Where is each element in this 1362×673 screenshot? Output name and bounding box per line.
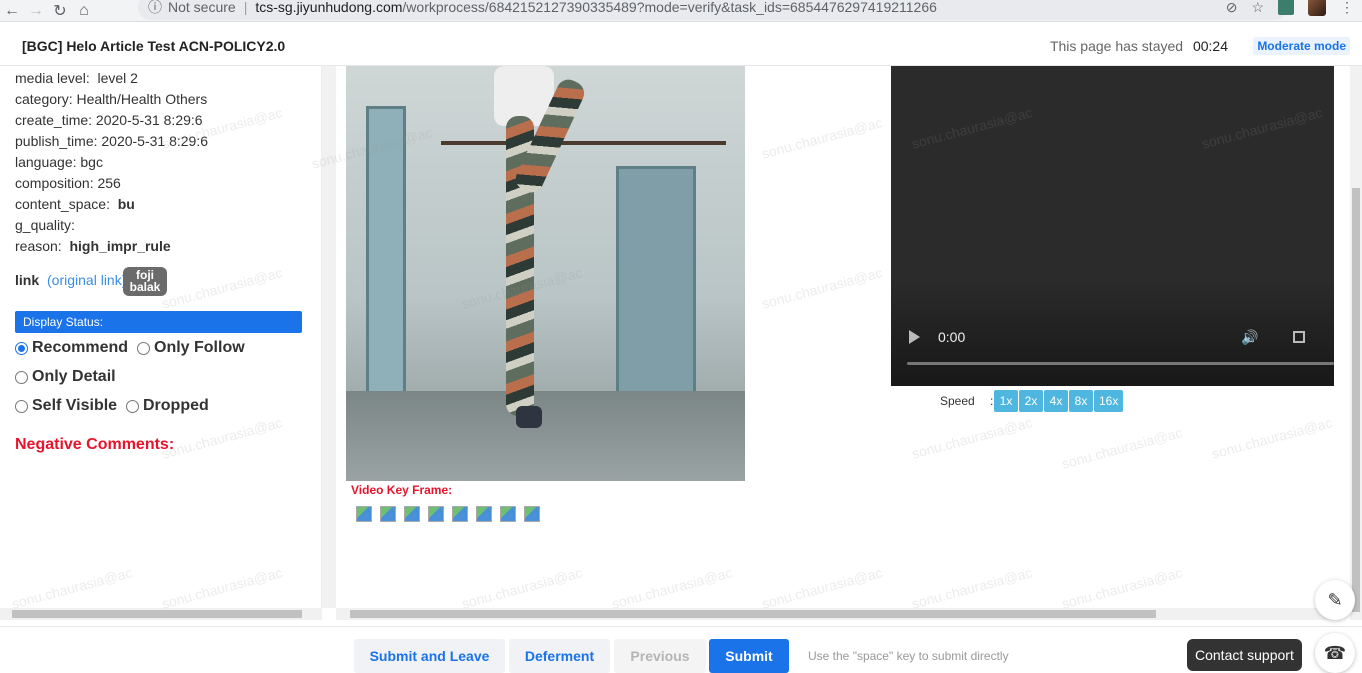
submit-and-leave-button[interactable]: Submit and Leave [354, 639, 505, 673]
home-icon[interactable]: ⌂ [72, 0, 96, 22]
speed-8x-button[interactable]: 8x [1069, 390, 1093, 412]
extension-icon[interactable] [1278, 0, 1294, 15]
left-panel-scrollbar-vertical[interactable] [322, 66, 336, 608]
door-shape [366, 106, 406, 406]
link-row: link (original link) [15, 272, 126, 288]
address-bar[interactable]: ⓘ Not secure | tcs-sg.jiyunhudong.com/wo… [138, 0, 1288, 20]
g-quality: g_quality: [15, 217, 75, 233]
radio-icon[interactable] [126, 399, 139, 413]
reason: reason: high_impr_rule [15, 238, 171, 254]
door-shape [616, 166, 696, 406]
browser-actions: ⊘ ☆ ⋮ [1226, 0, 1362, 16]
key-frame-thumbnail[interactable] [380, 506, 396, 522]
radio-icon[interactable] [15, 399, 28, 413]
key-frame-thumbnail[interactable] [404, 506, 420, 522]
key-frame-thumbnail[interactable] [428, 506, 444, 522]
page-title: [BGC] Helo Article Test ACN-POLICY2.0 [22, 38, 286, 54]
radio-dropped[interactable]: Dropped [126, 397, 209, 415]
video-progress-bar[interactable] [907, 362, 1334, 365]
scroll-thumb[interactable] [12, 610, 302, 618]
original-link[interactable]: (original link) [47, 272, 126, 288]
contact-support-tooltip: Contact support [1187, 639, 1302, 671]
speed-2x-button[interactable]: 2x [1019, 390, 1043, 412]
pencil-icon: ✎ [1327, 589, 1343, 610]
stay-timer: This page has stayed 00:24 [1050, 38, 1228, 54]
article-info-panel: media level: level 2 category: Health/He… [0, 66, 322, 608]
speed-colon: : [990, 394, 994, 408]
submit-hint: Use the "space" key to submit directly [808, 649, 1009, 663]
video-key-frame-label: Video Key Frame: [351, 483, 453, 497]
action-bar: Submit and Leave Deferment Previous Subm… [0, 626, 1362, 673]
create-time: create_time: 2020-5-31 8:29:6 [15, 112, 203, 128]
media-level: media level: level 2 [15, 70, 138, 86]
fullscreen-icon[interactable] [1293, 331, 1305, 343]
play-icon[interactable] [909, 330, 920, 344]
speed-4x-button[interactable]: 4x [1044, 390, 1068, 412]
content-space: content_space: bu [15, 196, 135, 212]
display-status-header: Display Status: [15, 311, 302, 333]
browser-toolbar: ← → ↻ ⌂ ⓘ Not secure | tcs-sg.jiyunhudon… [0, 0, 1362, 22]
page-scrollbar-vertical[interactable] [1350, 66, 1362, 620]
page-header: [BGC] Helo Article Test ACN-POLICY2.0 Th… [0, 26, 1362, 66]
speed-16x-button[interactable]: 16x [1094, 390, 1124, 412]
radio-icon[interactable] [15, 370, 28, 384]
moderate-mode-badge[interactable]: Moderate mode [1253, 37, 1350, 55]
radio-icon[interactable] [137, 341, 150, 355]
curtain-rod [441, 141, 726, 145]
key-frame-thumbnail[interactable] [356, 506, 372, 522]
article-image [346, 66, 745, 481]
composition: composition: 256 [15, 175, 121, 191]
publish-time: publish_time: 2020-5-31 8:29:6 [15, 133, 209, 149]
radio-only-follow[interactable]: Only Follow [137, 339, 245, 357]
radio-only-detail[interactable]: Only Detail [15, 368, 116, 386]
stay-timer-label: This page has stayed [1049, 38, 1184, 54]
radio-selected-icon[interactable] [15, 341, 28, 355]
category: category: Health/Health Others [15, 91, 208, 107]
content-scrollbar-horizontal[interactable] [336, 608, 1334, 620]
forward-arrow-icon[interactable]: → [24, 0, 48, 22]
url-path: /workprocess/6842152127390335489?mode=ve… [402, 0, 937, 15]
link-label: link [15, 272, 40, 288]
speed-label: Speed [940, 394, 975, 408]
radio-recommend[interactable]: Recommend [15, 339, 128, 357]
speed-buttons: 1x 2x 4x 8x 16x [994, 390, 1124, 412]
security-label: Not secure [168, 0, 236, 15]
radio-self-visible[interactable]: Self Visible [15, 397, 117, 415]
scroll-thumb[interactable] [350, 610, 1156, 618]
left-panel-scrollbar-horizontal[interactable] [0, 608, 322, 620]
headset-icon: ☎ [1323, 642, 1347, 663]
key-frame-thumbnail[interactable] [476, 506, 492, 522]
info-icon[interactable]: ⓘ [148, 0, 162, 17]
blocked-icon[interactable]: ⊘ [1226, 0, 1238, 16]
url-separator: | [243, 0, 248, 15]
back-arrow-icon[interactable]: ← [0, 0, 24, 22]
deferment-button[interactable]: Deferment [509, 639, 610, 673]
star-icon[interactable]: ☆ [1251, 0, 1264, 16]
floor-shape [346, 391, 745, 481]
key-frame-thumbnail[interactable] [500, 506, 516, 522]
edit-button[interactable]: ✎ [1315, 580, 1355, 620]
key-frame-thumbnail[interactable] [524, 506, 540, 522]
url-host: tcs-sg.jiyunhudong.com [255, 0, 403, 15]
stay-timer-value: 00:24 [1192, 38, 1228, 54]
scroll-thumb[interactable] [1352, 188, 1360, 612]
negative-comments-label: Negative Comments: [15, 436, 175, 453]
key-frame-thumbnail[interactable] [452, 506, 468, 522]
speed-1x-button[interactable]: 1x [994, 390, 1018, 412]
language: language: bgc [15, 154, 103, 170]
submit-button[interactable]: Submit [709, 639, 789, 673]
menu-icon[interactable]: ⋮ [1340, 0, 1354, 16]
volume-icon[interactable]: 🔊 [1241, 329, 1258, 346]
shoe [516, 406, 542, 428]
keyword-tag: foji balak [123, 267, 167, 296]
content-area: Video Key Frame: 0:00 🔊 Speed : 1x 2x 4x… [336, 66, 1334, 608]
video-player[interactable]: 0:00 🔊 [891, 66, 1334, 386]
profile-avatar[interactable] [1308, 0, 1326, 16]
contact-support-button[interactable]: ☎ [1315, 633, 1355, 673]
previous-button[interactable]: Previous [614, 639, 706, 673]
video-time: 0:00 [938, 329, 966, 345]
reload-icon[interactable]: ↻ [48, 0, 72, 22]
